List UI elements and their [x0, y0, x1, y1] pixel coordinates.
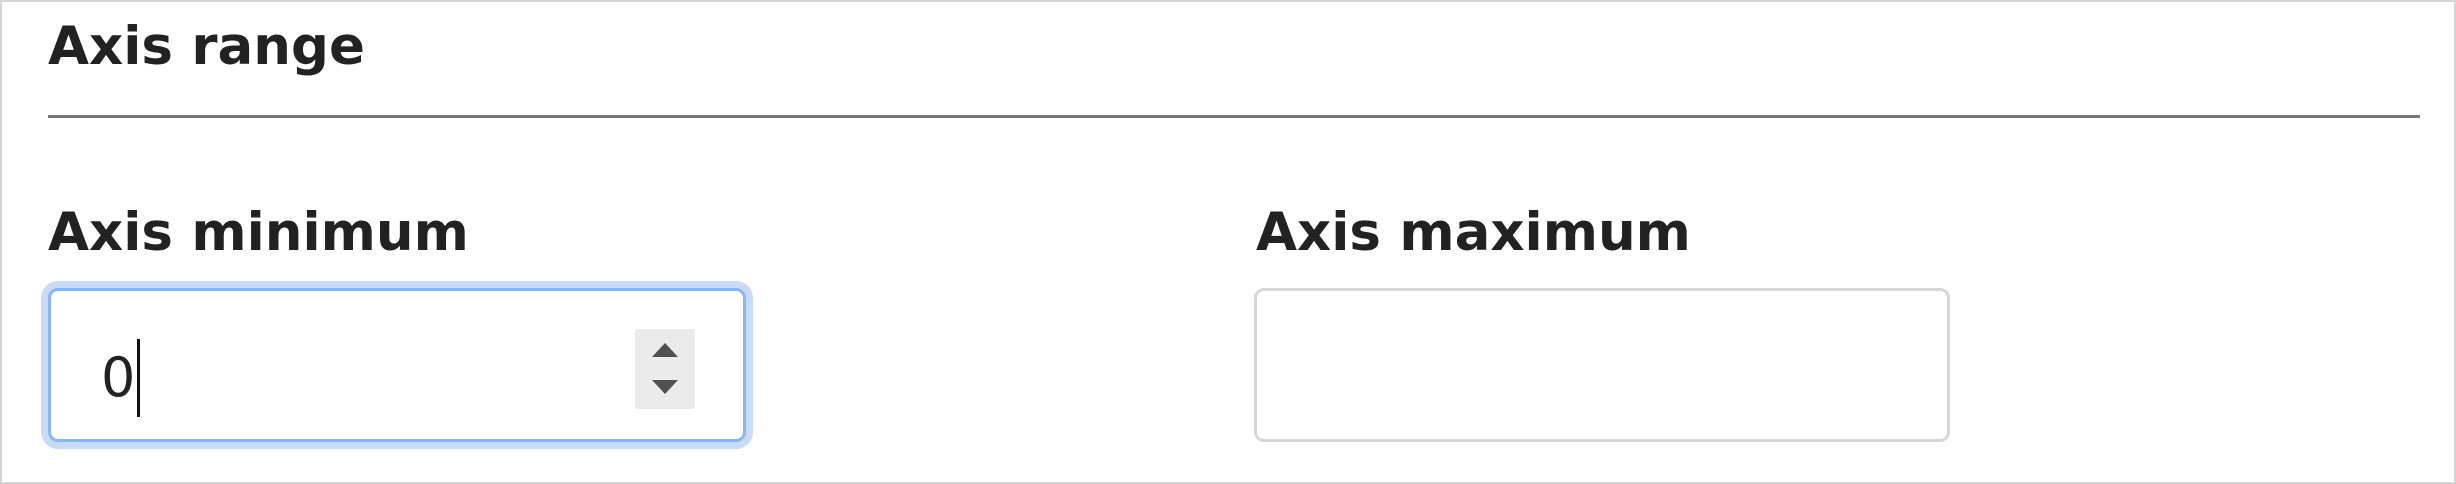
section-title: Axis range [48, 16, 365, 77]
axis-minimum-value: 0 [101, 346, 136, 409]
axis-minimum-label: Axis minimum [48, 202, 469, 263]
section-divider [48, 115, 2420, 118]
decrement-button[interactable] [635, 369, 695, 409]
axis-minimum-stepper[interactable] [635, 329, 695, 409]
axis-minimum-input[interactable]: 0 [48, 288, 746, 442]
axis-maximum-input[interactable] [1254, 288, 1950, 442]
axis-minimum-value-wrap: 0 [101, 339, 141, 417]
text-cursor [137, 339, 141, 417]
axis-range-panel: Axis range Axis minimum 0 Axis maximum [0, 0, 2456, 484]
increment-button[interactable] [635, 329, 695, 369]
chevron-up-icon [652, 343, 678, 357]
chevron-down-icon [652, 380, 678, 394]
axis-maximum-label: Axis maximum [1256, 202, 1691, 263]
